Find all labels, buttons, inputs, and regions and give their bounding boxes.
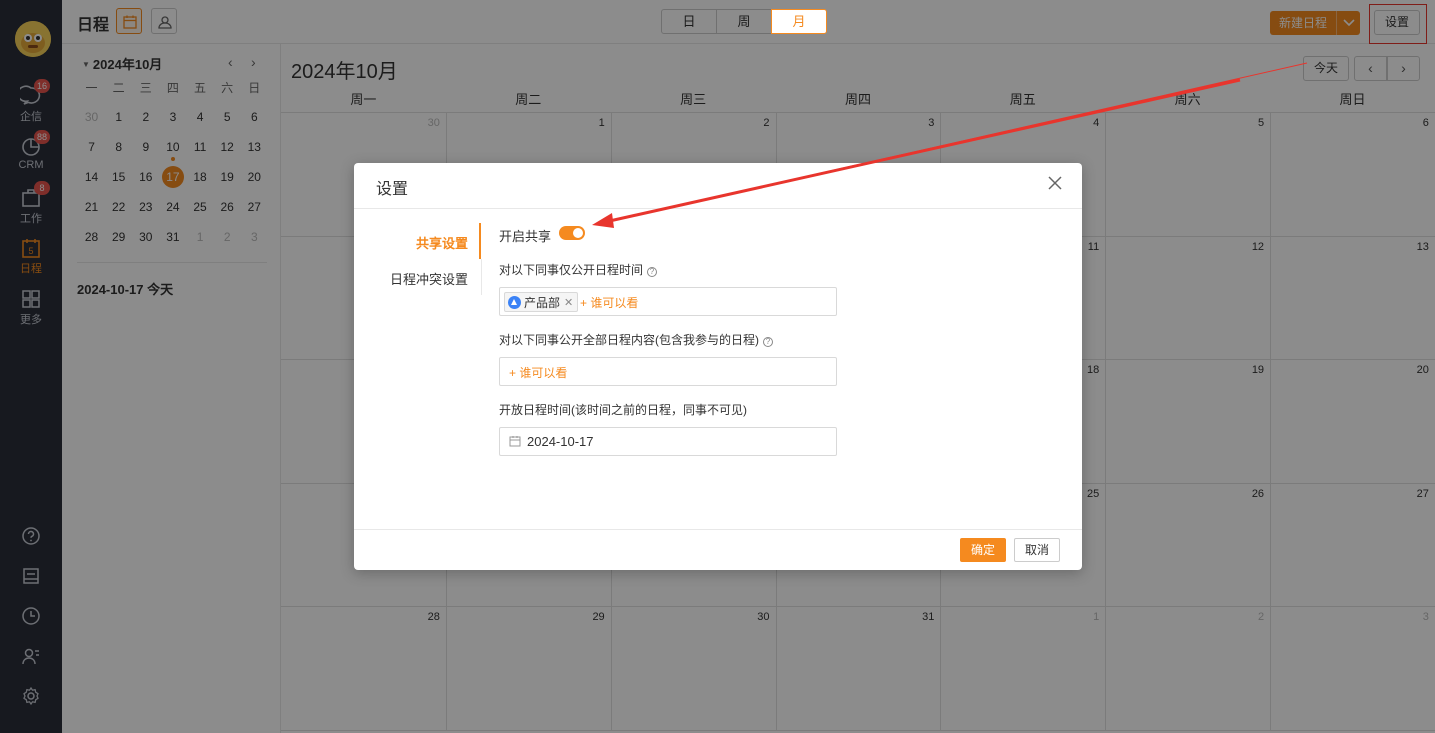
help-icon[interactable]: ? — [647, 267, 658, 277]
close-icon — [1048, 176, 1062, 190]
remove-tag-icon[interactable]: ✕ — [564, 296, 573, 309]
tab-share-settings[interactable]: 共享设置 — [416, 233, 468, 252]
calendar-icon — [509, 436, 521, 447]
full-content-label: 对以下同事公开全部日程内容(包含我参与的日程)? — [499, 331, 773, 348]
settings-modal: 设置 共享设置 日程冲突设置 开启共享 对以下同事仅公开日程时间? 产品部 ✕ … — [354, 163, 1082, 570]
modal-title: 设置 — [376, 181, 409, 198]
tab-conflict-settings[interactable]: 日程冲突设置 — [390, 269, 468, 288]
divider — [354, 208, 1082, 209]
help-icon[interactable]: ? — [763, 337, 773, 347]
close-button[interactable] — [1045, 173, 1065, 193]
share-toggle[interactable] — [559, 226, 585, 240]
time-only-viewers-field[interactable]: 产品部 ✕ + 谁可以看 — [499, 287, 837, 316]
open-date-input[interactable]: 2024-10-17 — [499, 427, 837, 456]
cancel-button[interactable]: 取消 — [1014, 538, 1060, 562]
confirm-button[interactable]: 确定 — [960, 538, 1006, 562]
divider — [354, 529, 1082, 530]
add-viewer-link[interactable]: + 谁可以看 — [580, 294, 638, 311]
add-viewer-link[interactable]: + 谁可以看 — [509, 364, 567, 381]
time-only-label: 对以下同事仅公开日程时间? — [499, 261, 658, 278]
open-date-value: 2024-10-17 — [527, 434, 594, 449]
open-time-label: 开放日程时间(该时间之前的日程，同事不可见) — [499, 403, 747, 417]
department-tag: 产品部 ✕ — [504, 292, 579, 312]
view-month-button[interactable]: 月 — [771, 9, 827, 34]
active-tab-indicator — [479, 223, 481, 259]
full-content-viewers-field[interactable]: + 谁可以看 — [499, 357, 837, 386]
enable-share-label: 开启共享 — [499, 229, 552, 244]
divider — [481, 259, 482, 295]
department-icon — [508, 295, 521, 309]
